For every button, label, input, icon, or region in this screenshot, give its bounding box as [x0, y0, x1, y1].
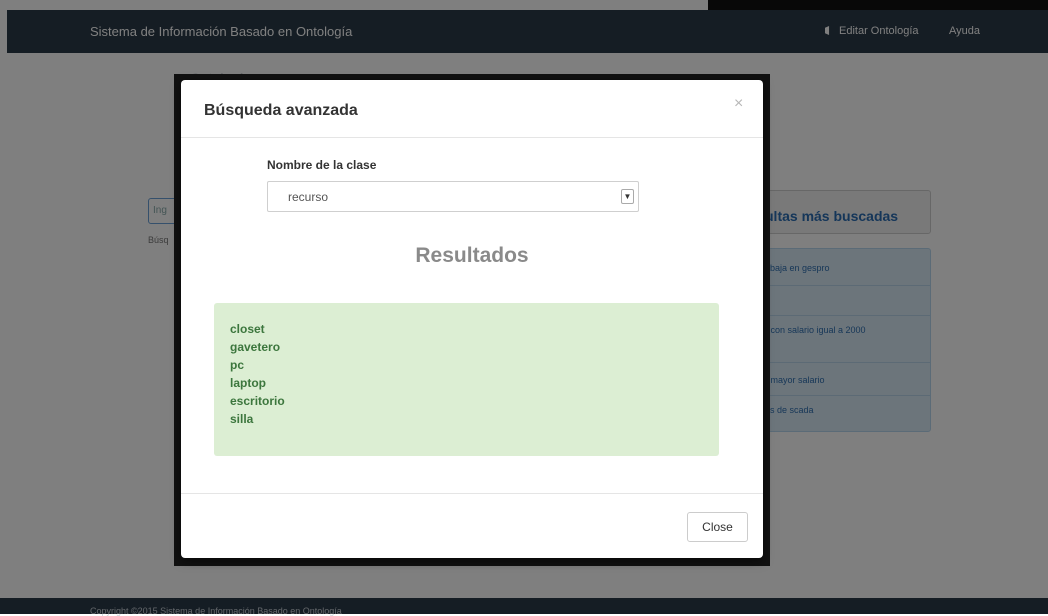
results-title: Resultados	[415, 244, 529, 267]
result-item: escritorio	[230, 394, 285, 408]
result-item: gavetero	[230, 340, 281, 354]
modal-title: Búsqueda avanzada	[204, 102, 358, 119]
chevron-down-icon[interactable]: ▼	[621, 189, 634, 204]
result-item: silla	[230, 412, 254, 426]
class-select[interactable]: recurso ▼	[267, 181, 639, 212]
class-name-label: Nombre de la clase	[267, 158, 377, 172]
result-item: closet	[230, 322, 265, 336]
modal-footer-divider	[181, 493, 763, 494]
modal-header-divider	[181, 137, 763, 138]
results-panel: closet gavetero pc laptop escritorio sil…	[214, 303, 719, 456]
close-icon[interactable]: ×	[734, 95, 743, 113]
result-item: pc	[230, 358, 245, 372]
advanced-search-modal: Búsqueda avanzada × Nombre de la clase r…	[181, 80, 763, 558]
result-item: laptop	[230, 376, 266, 390]
close-button[interactable]: Close	[687, 512, 748, 542]
class-select-value: recurso	[288, 190, 329, 204]
